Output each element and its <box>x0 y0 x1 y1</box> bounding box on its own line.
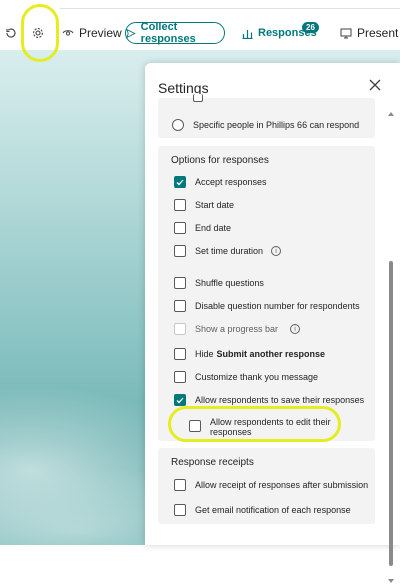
option-label-bold: Submit another response <box>216 349 326 359</box>
shuffle-questions-option[interactable]: Shuffle questions <box>174 277 264 289</box>
preview-label: Preview <box>79 26 122 40</box>
partial-checkbox <box>193 94 203 102</box>
shuffle-checkbox[interactable] <box>174 277 186 289</box>
hide-submit-checkbox[interactable] <box>174 348 186 360</box>
scroll-thumb[interactable] <box>389 261 393 566</box>
monitor-icon <box>340 28 352 38</box>
options-header: Options for responses <box>171 155 269 166</box>
option-label: Allow respondents to save their response… <box>195 395 365 405</box>
collect-responses-button[interactable]: Collect responses <box>125 21 225 45</box>
response-receipts-card: Response receipts Allow receipt of respo… <box>158 448 375 524</box>
settings-panel: Settings Specific people in Phillips 66 … <box>145 63 400 583</box>
option-label: Set time duration <box>195 246 264 256</box>
option-label: Accept responses <box>195 177 267 187</box>
radio-specific-people[interactable]: Specific people in Phillips 66 can respo… <box>172 119 359 131</box>
start-date-option[interactable]: Start date <box>174 199 234 211</box>
progress-bar-option[interactable]: Show a progress bar i <box>174 323 301 335</box>
radio-button[interactable] <box>172 119 184 131</box>
option-label: Show a progress bar <box>195 324 279 334</box>
accept-checkbox[interactable] <box>174 176 186 188</box>
allow-receipt-option[interactable]: Allow receipt of responses after submiss… <box>174 479 368 491</box>
allow-save-checkbox[interactable] <box>174 394 186 406</box>
allow-save-option[interactable]: Allow respondents to save their response… <box>174 394 364 406</box>
option-label: End date <box>195 223 232 233</box>
set-time-checkbox[interactable] <box>174 245 186 257</box>
who-can-respond-card: Specific people in Phillips 66 can respo… <box>158 94 375 138</box>
receipts-header: Response receipts <box>171 457 254 468</box>
check-icon <box>176 179 184 185</box>
customize-thank-you-option[interactable]: Customize thank you message <box>174 371 318 383</box>
eye-icon <box>62 30 74 36</box>
bar-chart-icon <box>242 29 253 39</box>
top-divider <box>60 0 400 9</box>
preview-button[interactable]: Preview <box>62 20 122 46</box>
customize-checkbox[interactable] <box>174 371 186 383</box>
history-icon[interactable] <box>5 20 17 46</box>
collect-label: Collect responses <box>140 21 196 45</box>
hide-submit-another-option[interactable]: Hide Submit another response <box>174 348 325 360</box>
email-notify-checkbox[interactable] <box>174 504 186 516</box>
end-date-option[interactable]: End date <box>174 222 231 234</box>
set-time-duration-option[interactable]: Set time duration i <box>174 245 282 257</box>
start-date-checkbox[interactable] <box>174 199 186 211</box>
gear-highlight-annotation <box>21 4 59 62</box>
info-icon[interactable]: i <box>271 246 282 256</box>
responses-count-badge: 26 <box>302 22 319 33</box>
allow-edit-highlight-annotation <box>168 406 341 442</box>
present-label: Present <box>357 26 399 40</box>
option-label: Allow receipt of responses after submiss… <box>195 480 369 490</box>
radio-label: Specific people in Phillips 66 can respo… <box>193 120 360 130</box>
present-button[interactable]: Present <box>340 20 398 46</box>
allow-receipt-checkbox[interactable] <box>174 479 186 491</box>
end-date-checkbox[interactable] <box>174 222 186 234</box>
option-label: Start date <box>195 200 235 210</box>
accept-responses-option[interactable]: Accept responses <box>174 176 267 188</box>
email-notification-option[interactable]: Get email notification of each response <box>174 504 351 516</box>
top-toolbar: Preview Collect responses Responses 26 P… <box>0 0 400 62</box>
disable-question-number-option[interactable]: Disable question number for respondents <box>174 300 360 312</box>
send-icon <box>126 28 136 38</box>
panel-scrollbar[interactable] <box>388 111 394 587</box>
option-label: Customize thank you message <box>195 372 319 382</box>
option-label: Hide <box>195 349 214 359</box>
option-label: Get email notification of each response <box>195 505 351 515</box>
progress-bar-checkbox[interactable] <box>174 323 186 335</box>
close-icon[interactable] <box>367 77 383 93</box>
disable-number-checkbox[interactable] <box>174 300 186 312</box>
info-icon[interactable]: i <box>290 324 301 334</box>
options-for-responses-card: Options for responses Accept responses S… <box>158 146 375 441</box>
check-icon <box>176 397 184 403</box>
option-label: Shuffle questions <box>195 278 264 288</box>
option-label: Disable question number for respondents <box>195 301 360 311</box>
